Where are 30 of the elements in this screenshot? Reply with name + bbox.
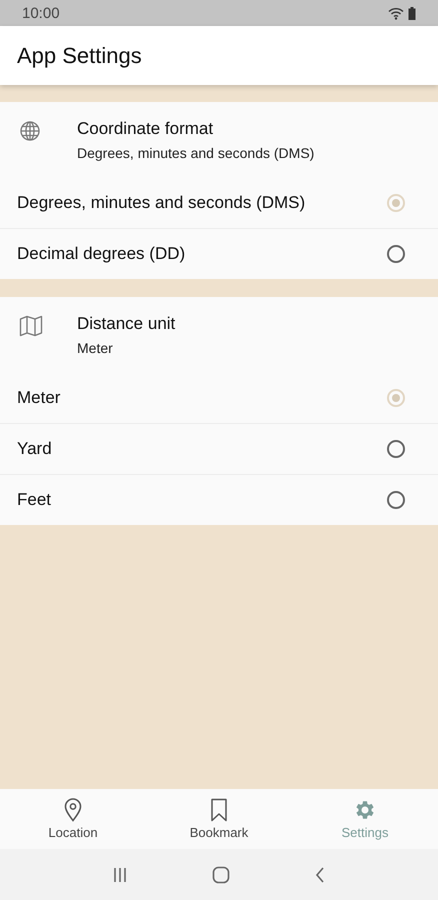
option-label: Feet [17, 490, 52, 510]
option-label: Yard [17, 439, 52, 459]
home-icon[interactable] [212, 866, 230, 884]
nav-tab[interactable]: Bookmark [146, 789, 292, 849]
recent-apps-icon[interactable] [112, 866, 128, 882]
status-time: 10:00 [22, 4, 60, 22]
radio-button[interactable] [387, 440, 405, 458]
option-row[interactable]: Yard [0, 424, 438, 475]
map-icon [19, 315, 43, 337]
globe-icon [19, 120, 41, 142]
option-label: Degrees, minutes and seconds (DMS) [17, 193, 306, 213]
wifi-icon [388, 6, 404, 20]
bookmark-icon [210, 798, 228, 822]
location-pin-icon [64, 798, 82, 822]
section-title: Distance unit [77, 314, 176, 334]
back-icon[interactable] [314, 866, 326, 882]
section-summary: Meter [77, 340, 114, 356]
radio-button[interactable] [387, 245, 405, 263]
option-row[interactable]: Meter [0, 373, 438, 424]
option-row[interactable]: Feet [0, 475, 438, 525]
section-summary: Degrees, minutes and seconds (DMS) [77, 145, 314, 161]
app-title: App Settings [17, 42, 142, 68]
option-label: Meter [17, 388, 60, 408]
option-label: Decimal degrees (DD) [17, 244, 186, 264]
radio-button[interactable] [387, 491, 405, 509]
section-title: Coordinate format [77, 119, 214, 139]
battery-icon [408, 6, 416, 20]
nav-tab[interactable]: Location [0, 789, 146, 849]
option-row[interactable]: Decimal degrees (DD) [0, 229, 438, 279]
option-row[interactable]: Degrees, minutes and seconds (DMS) [0, 178, 438, 229]
